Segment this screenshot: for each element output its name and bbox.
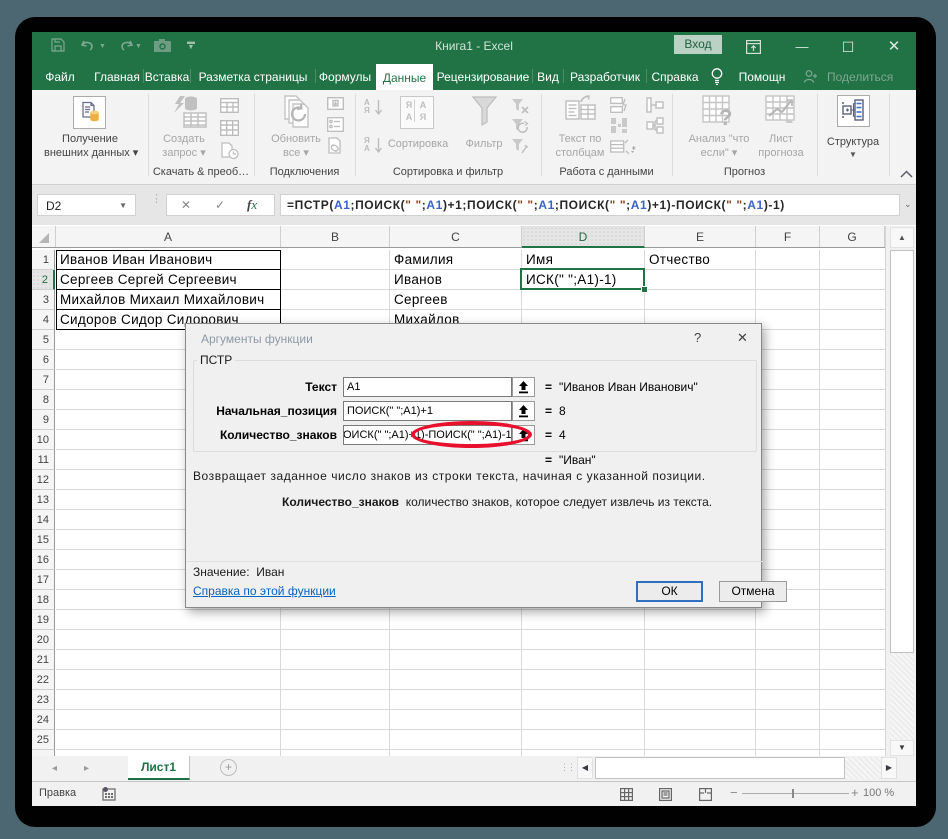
svg-text:?: ?: [719, 105, 732, 129]
